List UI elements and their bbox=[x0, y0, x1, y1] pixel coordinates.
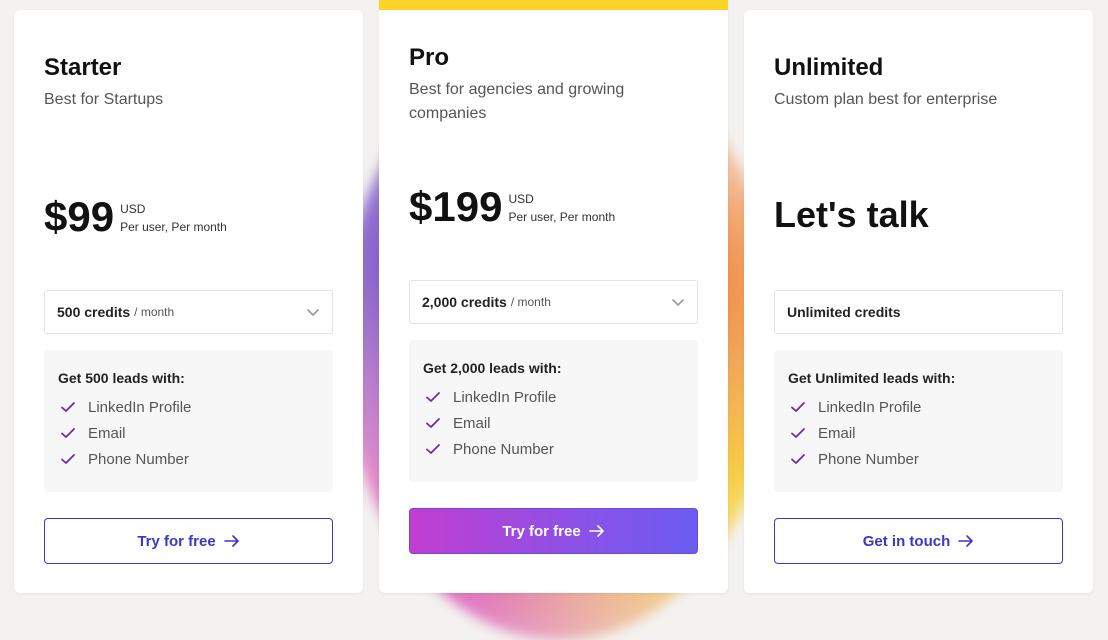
feature-item: Email bbox=[423, 410, 684, 436]
plan-description: Best for agencies and growing companies bbox=[409, 81, 625, 122]
price-meta: USD Per user, Per month bbox=[508, 190, 615, 226]
arrow-right-icon bbox=[223, 535, 239, 547]
credits-value: Unlimited credits bbox=[787, 304, 901, 320]
currency: USD bbox=[508, 192, 534, 206]
features-title: Get 500 leads with: bbox=[58, 370, 185, 386]
feature-label: Email bbox=[453, 414, 491, 432]
price-contact: Let's talk bbox=[774, 194, 929, 235]
check-icon bbox=[61, 402, 75, 412]
credits-select[interactable]: 500 credits / month bbox=[44, 290, 333, 334]
price-row: $99 USD Per user, Per month bbox=[44, 192, 227, 242]
price: $99 bbox=[44, 193, 115, 240]
features-panel: Get Unlimited leads with: LinkedIn Profi… bbox=[774, 350, 1063, 492]
feature-item: LinkedIn Profile bbox=[788, 394, 1049, 420]
get-in-touch-button[interactable]: Get in touch bbox=[774, 518, 1063, 564]
feature-item: Email bbox=[58, 420, 319, 446]
features-panel: Get 500 leads with: LinkedIn Profile Ema… bbox=[44, 350, 333, 492]
feature-label: LinkedIn Profile bbox=[818, 398, 922, 416]
feature-item: LinkedIn Profile bbox=[423, 384, 684, 410]
features-title: Get Unlimited leads with: bbox=[788, 370, 956, 386]
check-icon bbox=[791, 428, 805, 438]
price-meta: USD Per user, Per month bbox=[120, 200, 227, 236]
billing-period: Per user, Per month bbox=[120, 220, 227, 234]
check-icon bbox=[61, 428, 75, 438]
plan-name: Unlimited bbox=[774, 54, 884, 81]
check-icon bbox=[791, 454, 805, 464]
features-panel: Get 2,000 leads with: LinkedIn Profile E… bbox=[409, 340, 698, 482]
feature-item: LinkedIn Profile bbox=[58, 394, 319, 420]
price-row: $199 USD Per user, Per month bbox=[409, 182, 615, 232]
plan-description: Custom plan best for enterprise bbox=[774, 91, 998, 108]
check-icon bbox=[61, 454, 75, 464]
feature-label: LinkedIn Profile bbox=[453, 388, 557, 406]
plan-card-pro: Pro Best for agencies and growing compan… bbox=[379, 0, 728, 593]
feature-label: Phone Number bbox=[818, 450, 919, 468]
feature-label: LinkedIn Profile bbox=[88, 398, 192, 416]
cta-label: Get in touch bbox=[862, 532, 951, 550]
check-icon bbox=[791, 402, 805, 412]
plan-description: Best for Startups bbox=[44, 91, 164, 108]
feature-item: Phone Number bbox=[58, 446, 319, 472]
check-icon bbox=[426, 444, 440, 454]
arrow-right-icon bbox=[588, 525, 604, 537]
feature-item: Phone Number bbox=[788, 446, 1049, 472]
cta-label: Try for free bbox=[137, 532, 216, 550]
cta-label: Try for free bbox=[502, 522, 581, 540]
try-for-free-button[interactable]: Try for free bbox=[44, 518, 333, 564]
credits-unit: / month bbox=[134, 305, 175, 319]
chevron-down-icon bbox=[307, 309, 319, 316]
billing-period: Per user, Per month bbox=[508, 210, 616, 224]
try-for-free-button[interactable]: Try for free bbox=[409, 508, 698, 554]
features-title: Get 2,000 leads with: bbox=[423, 360, 562, 376]
feature-item: Email bbox=[788, 420, 1049, 446]
credits-unit: / month bbox=[510, 295, 551, 309]
credits-value: 2,000 credits bbox=[422, 294, 507, 310]
plan-card-unlimited: Unlimited Custom plan best for enterpris… bbox=[744, 10, 1093, 593]
currency: USD bbox=[120, 202, 146, 216]
chevron-down-icon bbox=[672, 299, 684, 306]
check-icon bbox=[426, 392, 440, 402]
arrow-right-icon bbox=[958, 535, 974, 547]
check-icon bbox=[426, 418, 440, 428]
plan-name: Pro bbox=[409, 44, 450, 71]
feature-label: Email bbox=[818, 424, 856, 442]
price: $199 bbox=[409, 183, 503, 230]
credits-value: 500 credits bbox=[57, 304, 131, 320]
plan-card-starter: Starter Best for Startups $99 USD Per us… bbox=[14, 10, 363, 593]
feature-label: Phone Number bbox=[453, 440, 554, 458]
credits-display: Unlimited credits bbox=[774, 290, 1063, 334]
credits-select[interactable]: 2,000 credits / month bbox=[409, 280, 698, 324]
feature-label: Phone Number bbox=[88, 450, 189, 468]
feature-label: Email bbox=[88, 424, 126, 442]
feature-item: Phone Number bbox=[423, 436, 684, 462]
plan-name: Starter bbox=[44, 54, 122, 81]
